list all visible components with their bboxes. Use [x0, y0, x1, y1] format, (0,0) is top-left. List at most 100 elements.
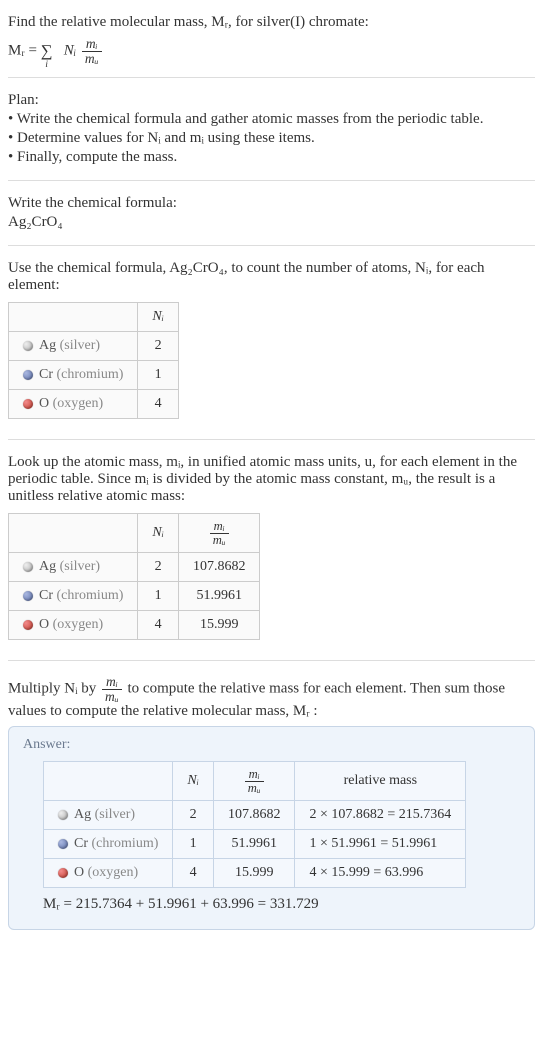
- count-table: Nᵢ Ag (silver) 2 Cr (chromium) 1 O (oxyg…: [8, 302, 179, 419]
- count-atoms-section: Use the chemical formula, Ag₂CrO₄, to co…: [8, 254, 535, 440]
- table-row: O (oxygen) 4 15.999 4 × 15.999 = 63.996: [44, 859, 466, 888]
- table-header-row: Nᵢ: [9, 303, 179, 332]
- ni-cell: 2: [138, 553, 179, 582]
- element-name: (oxygen): [49, 617, 103, 632]
- relative-mass-header: relative mass: [295, 762, 466, 801]
- element-cell: Ag (silver): [9, 332, 138, 361]
- ni-cell: 4: [138, 611, 179, 640]
- relative-mass-cell: 2 × 107.8682 = 215.7364: [295, 801, 466, 830]
- table-row: O (oxygen) 4: [9, 390, 179, 419]
- element-dot-icon: [58, 868, 68, 878]
- write-formula-heading: Write the chemical formula:: [8, 195, 535, 212]
- ni-cell: 4: [138, 390, 179, 419]
- ni-header: Nᵢ: [138, 514, 179, 553]
- mass-cell: 51.9961: [213, 830, 295, 859]
- answer-table: Nᵢ mᵢ mᵤ relative mass Ag (silver) 2 107…: [43, 761, 466, 888]
- plan-section: Plan: • Write the chemical formula and g…: [8, 86, 535, 181]
- mass-cell: 15.999: [213, 859, 295, 888]
- frac-den: mᵤ: [82, 52, 102, 66]
- frac-num: mᵢ: [102, 675, 122, 690]
- element-name: (silver): [56, 338, 100, 353]
- table-header-row: Nᵢ mᵢ mᵤ: [9, 514, 260, 553]
- mass-ratio-header: mᵢ mᵤ: [178, 514, 260, 553]
- element-cell: Cr (chromium): [9, 361, 138, 390]
- element-symbol: Cr: [39, 588, 53, 603]
- element-dot-icon: [58, 810, 68, 820]
- element-name: (silver): [91, 807, 135, 822]
- sigma-sub: i: [45, 59, 48, 70]
- ni-cell: 1: [173, 830, 214, 859]
- empty-header: [9, 514, 138, 553]
- lookup-text: Look up the atomic mass, mᵢ, in unified …: [8, 454, 535, 505]
- answer-section: Multiply Nᵢ by mᵢ mᵤ to compute the rela…: [8, 669, 535, 942]
- element-dot-icon: [58, 839, 68, 849]
- element-cell: Ag (silver): [9, 553, 138, 582]
- ni-symbol: Nᵢ: [64, 42, 76, 58]
- sigma-icon: ∑ i: [41, 41, 53, 61]
- frac-num: mᵢ: [82, 37, 102, 52]
- plan-bullet-3: • Finally, compute the mass.: [8, 149, 535, 166]
- frac-num: mᵢ: [210, 520, 229, 534]
- count-text: Use the chemical formula, Ag₂CrO₄, to co…: [8, 260, 535, 294]
- lookup-mass-section: Look up the atomic mass, mᵢ, in unified …: [8, 448, 535, 661]
- element-dot-icon: [23, 399, 33, 409]
- table-row: Ag (silver) 2 107.8682 2 × 107.8682 = 21…: [44, 801, 466, 830]
- chemical-formula: Ag₂CrO₄: [8, 214, 535, 231]
- element-symbol: Cr: [39, 367, 53, 382]
- answer-sum: Mᵣ = 215.7364 + 51.9961 + 63.996 = 331.7…: [43, 896, 520, 913]
- element-dot-icon: [23, 591, 33, 601]
- answer-label: Answer:: [23, 737, 520, 753]
- intro-text: Find the relative molecular mass, Mᵣ, fo…: [8, 14, 535, 31]
- element-name: (chromium): [53, 367, 123, 382]
- ni-cell: 2: [138, 332, 179, 361]
- element-symbol: Ag: [74, 807, 91, 822]
- ni-cell: 1: [138, 582, 179, 611]
- element-dot-icon: [23, 620, 33, 630]
- element-symbol: O: [74, 865, 84, 880]
- mass-fraction: mᵢ mᵤ: [82, 37, 102, 65]
- answer-box: Answer: Nᵢ mᵢ mᵤ relative mass Ag (silve…: [8, 726, 535, 930]
- multiply-text: Multiply Nᵢ by mᵢ mᵤ to compute the rela…: [8, 675, 535, 720]
- multiply-pre: Multiply Nᵢ by: [8, 681, 100, 697]
- plan-bullet-1: • Write the chemical formula and gather …: [8, 111, 535, 128]
- formula-lhs: Mᵣ =: [8, 42, 37, 58]
- table-row: Ag (silver) 2: [9, 332, 179, 361]
- empty-header: [9, 303, 138, 332]
- table-header-row: Nᵢ mᵢ mᵤ relative mass: [44, 762, 466, 801]
- element-symbol: Cr: [74, 836, 88, 851]
- ni-header: Nᵢ: [173, 762, 214, 801]
- intro-section: Find the relative molecular mass, Mᵣ, fo…: [8, 8, 535, 78]
- element-cell: O (oxygen): [44, 859, 173, 888]
- element-symbol: O: [39, 396, 49, 411]
- ni-cell: 2: [173, 801, 214, 830]
- element-cell: Cr (chromium): [44, 830, 173, 859]
- mass-cell: 15.999: [178, 611, 260, 640]
- relative-mass-cell: 1 × 51.9961 = 51.9961: [295, 830, 466, 859]
- table-row: Cr (chromium) 1 51.9961: [9, 582, 260, 611]
- relative-mass-cell: 4 × 15.999 = 63.996: [295, 859, 466, 888]
- plan-heading: Plan:: [8, 92, 535, 109]
- frac-den: mᵤ: [245, 782, 264, 795]
- element-name: (chromium): [88, 836, 158, 851]
- empty-header: [44, 762, 173, 801]
- intro-formula: Mᵣ = ∑ i Nᵢ mᵢ mᵤ: [8, 37, 535, 65]
- element-cell: O (oxygen): [9, 390, 138, 419]
- mass-fraction: mᵢ mᵤ: [102, 675, 122, 703]
- element-cell: Ag (silver): [44, 801, 173, 830]
- element-cell: Cr (chromium): [9, 582, 138, 611]
- mass-ratio-header: mᵢ mᵤ: [213, 762, 295, 801]
- ni-header: Nᵢ: [138, 303, 179, 332]
- element-name: (oxygen): [84, 865, 138, 880]
- lookup-table: Nᵢ mᵢ mᵤ Ag (silver) 2 107.8682 Cr (chro…: [8, 513, 260, 640]
- mass-cell: 51.9961: [178, 582, 260, 611]
- element-name: (oxygen): [49, 396, 103, 411]
- element-symbol: Ag: [39, 559, 56, 574]
- ni-cell: 1: [138, 361, 179, 390]
- element-name: (silver): [56, 559, 100, 574]
- write-formula-section: Write the chemical formula: Ag₂CrO₄: [8, 189, 535, 246]
- sigma-symbol: ∑: [41, 41, 53, 60]
- element-cell: O (oxygen): [9, 611, 138, 640]
- ni-cell: 4: [173, 859, 214, 888]
- mass-cell: 107.8682: [213, 801, 295, 830]
- element-dot-icon: [23, 370, 33, 380]
